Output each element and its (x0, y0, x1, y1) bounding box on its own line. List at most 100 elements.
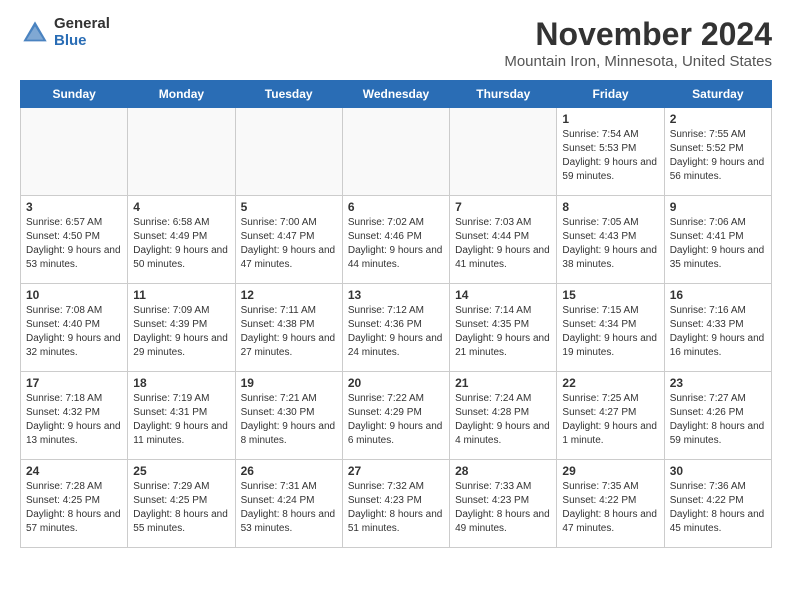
calendar-cell: 29 Sunrise: 7:35 AMSunset: 4:22 PMDayligh… (557, 460, 664, 548)
day-number: 5 (241, 200, 337, 214)
day-number: 13 (348, 288, 444, 302)
calendar-cell: 20 Sunrise: 7:22 AMSunset: 4:29 PMDayligh… (342, 372, 449, 460)
weekday-header: Tuesday (235, 81, 342, 108)
day-number: 28 (455, 464, 551, 478)
logo-blue: Blue (54, 33, 110, 50)
day-info: Sunrise: 7:32 AMSunset: 4:23 PMDaylight:… (348, 480, 444, 536)
day-number: 23 (670, 376, 766, 390)
day-number: 22 (562, 376, 658, 390)
logo: General Blue (20, 16, 110, 49)
weekday-header: Wednesday (342, 81, 449, 108)
weekday-header: Thursday (450, 81, 557, 108)
day-number: 14 (455, 288, 551, 302)
calendar-cell: 9 Sunrise: 7:06 AMSunset: 4:41 PMDaylight… (664, 196, 771, 284)
calendar-cell: 24 Sunrise: 7:28 AMSunset: 4:25 PMDayligh… (21, 460, 128, 548)
calendar-cell: 18Sunrise: 7:19 AMSunset: 4:31 PMDayligh… (128, 372, 235, 460)
day-info: Sunrise: 7:06 AMSunset: 4:41 PMDaylight:… (670, 216, 766, 272)
location-title: Mountain Iron, Minnesota, United States (504, 53, 772, 70)
day-number: 8 (562, 200, 658, 214)
calendar-cell: 21 Sunrise: 7:24 AMSunset: 4:28 PMDayligh… (450, 372, 557, 460)
day-number: 6 (348, 200, 444, 214)
day-number: 26 (241, 464, 337, 478)
calendar-cell: 5 Sunrise: 7:00 AMSunset: 4:47 PMDaylight… (235, 196, 342, 284)
logo-text: General Blue (54, 16, 110, 49)
calendar-week-row: 24 Sunrise: 7:28 AMSunset: 4:25 PMDayligh… (21, 460, 772, 548)
day-info: Sunrise: 7:15 AMSunset: 4:34 PMDaylight:… (562, 304, 658, 360)
calendar-cell: 11Sunrise: 7:09 AMSunset: 4:39 PMDayligh… (128, 284, 235, 372)
day-info: Sunrise: 6:58 AMSunset: 4:49 PMDaylight:… (133, 216, 229, 272)
day-number: 15 (562, 288, 658, 302)
calendar-cell: 15 Sunrise: 7:15 AMSunset: 4:34 PMDayligh… (557, 284, 664, 372)
day-info: Sunrise: 7:29 AMSunset: 4:25 PMDaylight:… (133, 480, 229, 536)
calendar-cell: 10Sunrise: 7:08 AMSunset: 4:40 PMDayligh… (21, 284, 128, 372)
logo-icon (20, 18, 50, 48)
weekday-header: Friday (557, 81, 664, 108)
day-info: Sunrise: 7:12 AMSunset: 4:36 PMDaylight:… (348, 304, 444, 360)
day-number: 20 (348, 376, 444, 390)
header: General Blue November 2024 Mountain Iron… (20, 16, 772, 70)
day-info: Sunrise: 7:35 AMSunset: 4:22 PMDaylight:… (562, 480, 658, 536)
weekday-header-row: SundayMondayTuesdayWednesdayThursdayFrid… (21, 81, 772, 108)
calendar-cell: 25 Sunrise: 7:29 AMSunset: 4:25 PMDayligh… (128, 460, 235, 548)
day-info: Sunrise: 7:05 AMSunset: 4:43 PMDaylight:… (562, 216, 658, 272)
calendar-cell: 27Sunrise: 7:32 AMSunset: 4:23 PMDayligh… (342, 460, 449, 548)
title-area: November 2024 Mountain Iron, Minnesota, … (504, 16, 772, 70)
calendar-table: SundayMondayTuesdayWednesdayThursdayFrid… (20, 80, 772, 548)
day-info: Sunrise: 7:22 AMSunset: 4:29 PMDaylight:… (348, 392, 444, 448)
day-number: 1 (562, 112, 658, 126)
day-info: Sunrise: 7:24 AMSunset: 4:28 PMDaylight:… (455, 392, 551, 448)
logo-general: General (54, 16, 110, 33)
day-info: Sunrise: 7:21 AMSunset: 4:30 PMDaylight:… (241, 392, 337, 448)
day-number: 21 (455, 376, 551, 390)
calendar-cell: 19 Sunrise: 7:21 AMSunset: 4:30 PMDayligh… (235, 372, 342, 460)
day-info: Sunrise: 7:18 AMSunset: 4:32 PMDaylight:… (26, 392, 122, 448)
day-number: 29 (562, 464, 658, 478)
day-number: 9 (670, 200, 766, 214)
weekday-header: Sunday (21, 81, 128, 108)
calendar-cell: 26 Sunrise: 7:31 AMSunset: 4:24 PMDayligh… (235, 460, 342, 548)
day-info: Sunrise: 6:57 AMSunset: 4:50 PMDaylight:… (26, 216, 122, 272)
day-number: 24 (26, 464, 122, 478)
day-info: Sunrise: 7:28 AMSunset: 4:25 PMDaylight:… (26, 480, 122, 536)
day-number: 3 (26, 200, 122, 214)
day-number: 2 (670, 112, 766, 126)
calendar-cell: 22Sunrise: 7:25 AMSunset: 4:27 PMDayligh… (557, 372, 664, 460)
month-title: November 2024 (504, 16, 772, 53)
calendar-body: 1 Sunrise: 7:54 AMSunset: 5:53 PMDaylight… (21, 108, 772, 548)
day-info: Sunrise: 7:16 AMSunset: 4:33 PMDaylight:… (670, 304, 766, 360)
day-info: Sunrise: 7:11 AMSunset: 4:38 PMDaylight:… (241, 304, 337, 360)
day-info: Sunrise: 7:14 AMSunset: 4:35 PMDaylight:… (455, 304, 551, 360)
calendar-cell: 17 Sunrise: 7:18 AMSunset: 4:32 PMDayligh… (21, 372, 128, 460)
calendar-cell (235, 108, 342, 196)
day-number: 16 (670, 288, 766, 302)
day-info: Sunrise: 7:08 AMSunset: 4:40 PMDaylight:… (26, 304, 122, 360)
day-number: 12 (241, 288, 337, 302)
day-number: 7 (455, 200, 551, 214)
day-number: 17 (26, 376, 122, 390)
day-info: Sunrise: 7:19 AMSunset: 4:31 PMDaylight:… (133, 392, 229, 448)
day-info: Sunrise: 7:00 AMSunset: 4:47 PMDaylight:… (241, 216, 337, 272)
day-number: 11 (133, 288, 229, 302)
day-info: Sunrise: 7:54 AMSunset: 5:53 PMDaylight:… (562, 128, 658, 184)
calendar-cell: 1 Sunrise: 7:54 AMSunset: 5:53 PMDaylight… (557, 108, 664, 196)
calendar-cell: 8 Sunrise: 7:05 AMSunset: 4:43 PMDaylight… (557, 196, 664, 284)
calendar-cell: 30 Sunrise: 7:36 AMSunset: 4:22 PMDayligh… (664, 460, 771, 548)
calendar-cell: 16 Sunrise: 7:16 AMSunset: 4:33 PMDayligh… (664, 284, 771, 372)
calendar-cell: 3 Sunrise: 6:57 AMSunset: 4:50 PMDaylight… (21, 196, 128, 284)
calendar-cell: 12 Sunrise: 7:11 AMSunset: 4:38 PMDayligh… (235, 284, 342, 372)
day-number: 19 (241, 376, 337, 390)
calendar-cell: 23Sunrise: 7:27 AMSunset: 4:26 PMDayligh… (664, 372, 771, 460)
day-number: 4 (133, 200, 229, 214)
weekday-header: Saturday (664, 81, 771, 108)
day-info: Sunrise: 7:03 AMSunset: 4:44 PMDaylight:… (455, 216, 551, 272)
calendar-cell (450, 108, 557, 196)
calendar-cell: 28Sunrise: 7:33 AMSunset: 4:23 PMDayligh… (450, 460, 557, 548)
day-number: 30 (670, 464, 766, 478)
day-info: Sunrise: 7:36 AMSunset: 4:22 PMDaylight:… (670, 480, 766, 536)
day-info: Sunrise: 7:55 AMSunset: 5:52 PMDaylight:… (670, 128, 766, 184)
calendar-cell: 7 Sunrise: 7:03 AMSunset: 4:44 PMDaylight… (450, 196, 557, 284)
calendar-cell: 13 Sunrise: 7:12 AMSunset: 4:36 PMDayligh… (342, 284, 449, 372)
calendar-week-row: 3 Sunrise: 6:57 AMSunset: 4:50 PMDaylight… (21, 196, 772, 284)
day-number: 25 (133, 464, 229, 478)
day-info: Sunrise: 7:31 AMSunset: 4:24 PMDaylight:… (241, 480, 337, 536)
